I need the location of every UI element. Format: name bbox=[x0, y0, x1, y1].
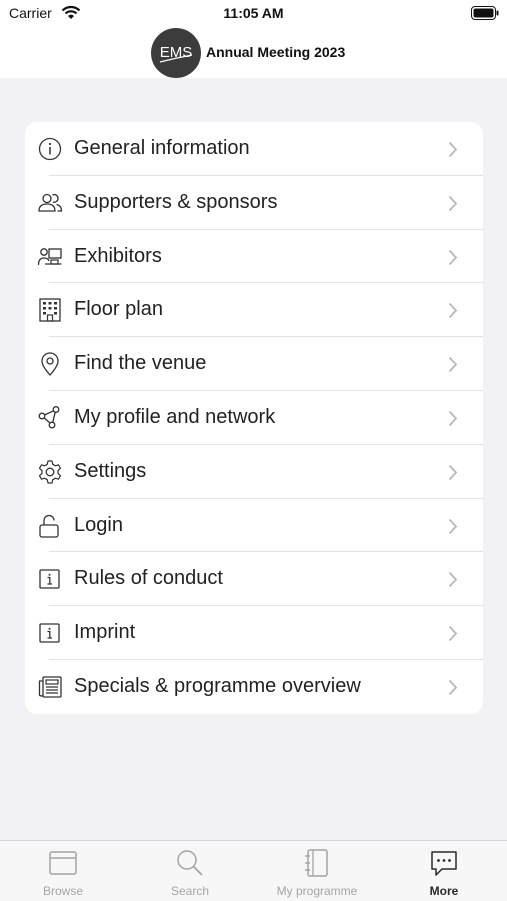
tab-more[interactable]: More bbox=[381, 841, 507, 901]
menu-item-label: Find the venue bbox=[74, 352, 207, 375]
magnifier-icon bbox=[177, 850, 203, 876]
menu-item-exhibitors[interactable]: Exhibitors bbox=[25, 230, 483, 284]
newspaper-icon bbox=[38, 676, 62, 698]
building-icon bbox=[39, 298, 61, 323]
notebook-icon bbox=[305, 849, 328, 877]
tab-label: Browse bbox=[42, 884, 83, 898]
menu-item-label: Supporters & sponsors bbox=[74, 190, 278, 213]
tab-label: Search bbox=[170, 884, 210, 898]
chevron-right-icon bbox=[448, 303, 458, 319]
menu-item-label: My profile and network bbox=[74, 405, 276, 428]
chevron-right-icon bbox=[448, 679, 458, 696]
chevron-right-icon bbox=[448, 518, 458, 534]
chevron-right-icon bbox=[448, 626, 458, 642]
more-menu: General information Supporters & sponsor… bbox=[25, 122, 483, 714]
menu-item-my-profile-and-network[interactable]: My profile and network bbox=[25, 391, 483, 445]
network-icon bbox=[38, 406, 60, 429]
menu-item-label: Floor plan bbox=[74, 298, 163, 321]
menu-item-settings[interactable]: Settings bbox=[25, 445, 483, 499]
status-bar: Carrier 11:05 AM bbox=[0, 0, 507, 28]
chevron-right-icon bbox=[448, 357, 458, 373]
menu-item-label: General information bbox=[74, 137, 250, 159]
chevron-right-icon bbox=[448, 464, 458, 480]
unlock-icon bbox=[39, 514, 59, 538]
page-title: Annual Meeting 2023 bbox=[206, 44, 346, 60]
browser-icon bbox=[49, 851, 77, 875]
tab-search[interactable]: Search bbox=[127, 841, 253, 901]
ems-logo: EMS bbox=[151, 28, 201, 78]
menu-item-rules-of-conduct[interactable]: Rules of conduct bbox=[25, 552, 483, 607]
menu-item-label: Rules of conduct bbox=[74, 567, 223, 590]
tab-bar: Browse Search My programme More bbox=[0, 840, 507, 901]
people-icon bbox=[38, 193, 63, 212]
exhibitor-icon bbox=[37, 247, 62, 265]
tab-label: More bbox=[429, 884, 459, 898]
chevron-right-icon bbox=[448, 572, 458, 588]
tab-label: My programme bbox=[276, 884, 358, 898]
chevron-right-icon bbox=[448, 249, 458, 265]
menu-item-imprint[interactable]: Imprint bbox=[25, 606, 483, 660]
info-square-icon bbox=[39, 623, 60, 643]
app-header: EMS Annual Meeting 2023 bbox=[0, 28, 507, 78]
menu-item-label: Specials & programme overview bbox=[74, 674, 361, 697]
menu-item-label: Settings bbox=[74, 459, 147, 482]
tab-browse[interactable]: Browse bbox=[0, 841, 126, 901]
tab-my-programme[interactable]: My programme bbox=[254, 841, 380, 901]
info-square-icon bbox=[39, 569, 60, 590]
menu-item-find-the-venue[interactable]: Find the venue bbox=[25, 337, 483, 391]
chat-dots-icon bbox=[431, 851, 457, 876]
chevron-right-icon bbox=[448, 410, 458, 427]
chevron-right-icon bbox=[448, 141, 458, 158]
menu-item-label: Imprint bbox=[74, 621, 136, 644]
menu-item-general-information[interactable]: General information bbox=[25, 122, 483, 176]
status-time: 11:05 AM bbox=[223, 5, 284, 21]
chevron-right-icon bbox=[448, 195, 458, 211]
menu-item-floor-plan[interactable]: Floor plan bbox=[25, 283, 483, 338]
menu-item-supporters-sponsors[interactable]: Supporters & sponsors bbox=[25, 176, 483, 230]
menu-item-label: Login bbox=[74, 513, 123, 536]
menu-item-label: Exhibitors bbox=[74, 244, 162, 267]
menu-item-specials-programme-overview[interactable]: Specials & programme overview bbox=[25, 660, 483, 714]
location-pin-icon bbox=[41, 352, 59, 377]
info-circle-icon bbox=[38, 137, 62, 161]
menu-item-login[interactable]: Login bbox=[25, 499, 483, 553]
battery-icon bbox=[471, 6, 499, 20]
gear-icon bbox=[38, 460, 62, 484]
